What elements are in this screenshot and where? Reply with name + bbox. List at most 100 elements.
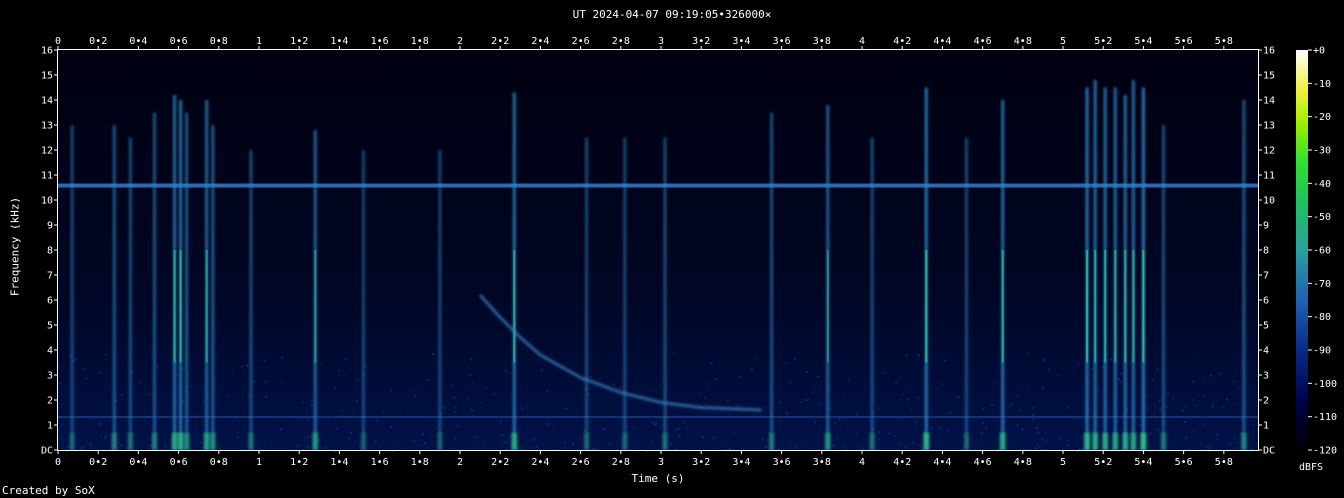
y-tick-label: 8 [47, 246, 53, 257]
x-tick-label-top: 4 [859, 36, 865, 47]
y-tick-label-right: DC [1263, 446, 1275, 457]
y-tick-label-right: 11 [1263, 171, 1275, 182]
x-tick-label-top: 5•2 [1094, 36, 1112, 47]
chart-title: UT 2024-04-07 09:19:05•326000× [572, 8, 772, 21]
plot-area [58, 50, 1258, 450]
x-tick-label: 2•8 [612, 457, 630, 468]
x-tick-label-top: 2•8 [612, 36, 630, 47]
tone-line [58, 183, 1258, 188]
y-tick-label: 7 [47, 271, 53, 282]
credit-text: Created by SoX [2, 484, 95, 497]
x-tick-label-top: 4•4 [933, 36, 951, 47]
x-tick-label: 4•6 [974, 457, 992, 468]
sferic-core [1142, 250, 1145, 363]
x-tick-label: 4•2 [893, 457, 911, 468]
sferic-base [1240, 432, 1247, 450]
sferic-line [1242, 100, 1246, 450]
x-tick-label-top: 0•2 [89, 36, 107, 47]
sferic-base [1140, 432, 1147, 450]
sferic-line [585, 137, 589, 450]
y-tick-label: 10 [41, 196, 53, 207]
sferic-core [925, 250, 928, 363]
x-tick-label-top: 5•4 [1134, 36, 1152, 47]
x-tick-label-top: 0 [55, 36, 61, 47]
sferic-base [171, 432, 178, 450]
spectrogram-chart: 000•20•20•40•40•60•60•80•8111•21•21•41•4… [41, 36, 1337, 468]
y-tick-label: 2 [47, 396, 53, 407]
x-tick-label-top: 0•8 [210, 36, 228, 47]
sferic-base [436, 432, 443, 450]
x-tick-label-top: 3•4 [732, 36, 750, 47]
sferic-base [621, 432, 628, 450]
sferic-base [69, 432, 76, 450]
sferic-line [249, 150, 253, 450]
y-tick-label: 13 [41, 121, 53, 132]
sferic-base [963, 432, 970, 450]
sferic-base [209, 432, 216, 450]
x-tick-label: 2•2 [491, 457, 509, 468]
x-tick-label: 3•4 [732, 457, 750, 468]
y-tick-label-right: 3 [1263, 371, 1269, 382]
y-tick-label: 1 [47, 421, 53, 432]
sferic-base [1084, 432, 1091, 450]
x-tick-label: 1•8 [411, 457, 429, 468]
colorbar-tick-label: -110 [1313, 412, 1337, 423]
x-tick-label-top: 2•6 [572, 36, 590, 47]
sferic-base [1160, 432, 1167, 450]
x-tick-label-top: 0•4 [129, 36, 147, 47]
x-tick-label: 5•2 [1094, 457, 1112, 468]
y-tick-label-right: 2 [1263, 396, 1269, 407]
colorbar-tick-label: -80 [1313, 312, 1331, 323]
sferic-base [248, 432, 254, 450]
x-tick-label: 3•2 [692, 457, 710, 468]
sferic-core [205, 250, 208, 363]
sferic-line [211, 125, 215, 450]
x-tick-label: 4•4 [933, 457, 951, 468]
sferic-base [662, 432, 668, 450]
x-tick-label: 3 [658, 457, 664, 468]
sferic-base [1130, 432, 1137, 450]
sferic-base [1122, 432, 1129, 450]
y-tick-label-right: 9 [1263, 221, 1269, 232]
y-tick-label-right: 14 [1263, 96, 1275, 107]
sferic-line [965, 137, 968, 450]
sferic-base [1092, 432, 1099, 450]
y-tick-label-right: 15 [1263, 71, 1275, 82]
sferic-core [1104, 250, 1107, 363]
x-tick-label-top: 2•4 [531, 36, 549, 47]
sferic-base [768, 432, 775, 450]
colorbar-tick-label: -120 [1313, 446, 1337, 457]
sferic-line [362, 150, 365, 450]
x-tick-label-top: 3•2 [692, 36, 710, 47]
sferic-base [111, 432, 118, 450]
sferic-base [1102, 432, 1109, 450]
sferic-line [112, 125, 116, 450]
sferic-core [314, 250, 317, 363]
y-tick-label-right: 5 [1263, 321, 1269, 332]
colorbar-tick-label: -40 [1313, 179, 1331, 190]
x-tick-label-top: 1•4 [330, 36, 348, 47]
x-tick-label-top: 2•2 [491, 36, 509, 47]
y-tick-label-right: 12 [1263, 146, 1275, 157]
x-tick-label: 3•8 [813, 457, 831, 468]
x-tick-label: 2 [457, 457, 463, 468]
sferic-base [203, 432, 210, 450]
y-tick-label: 15 [41, 71, 53, 82]
x-tick-label: 5•8 [1215, 457, 1233, 468]
x-tick-label: 1•2 [290, 457, 308, 468]
colorbar-tick-label: -100 [1313, 379, 1337, 390]
colorbar-tick-label: +0 [1313, 46, 1325, 57]
colorbar-tick-label: -50 [1313, 212, 1331, 223]
sferic-core [1094, 250, 1097, 363]
y-tick-label-right: 8 [1263, 246, 1269, 257]
y-tick-label-right: 6 [1263, 296, 1269, 307]
x-tick-label-top: 1•6 [371, 36, 389, 47]
colorbar [1296, 50, 1308, 450]
sferic-base [923, 432, 930, 450]
sferic-core [1124, 250, 1127, 363]
x-tick-label: 2•4 [531, 457, 549, 468]
sferic-base [151, 432, 158, 450]
x-tick-label: 0•8 [210, 457, 228, 468]
x-tick-label-top: 4•2 [893, 36, 911, 47]
sferic-line [153, 112, 156, 450]
